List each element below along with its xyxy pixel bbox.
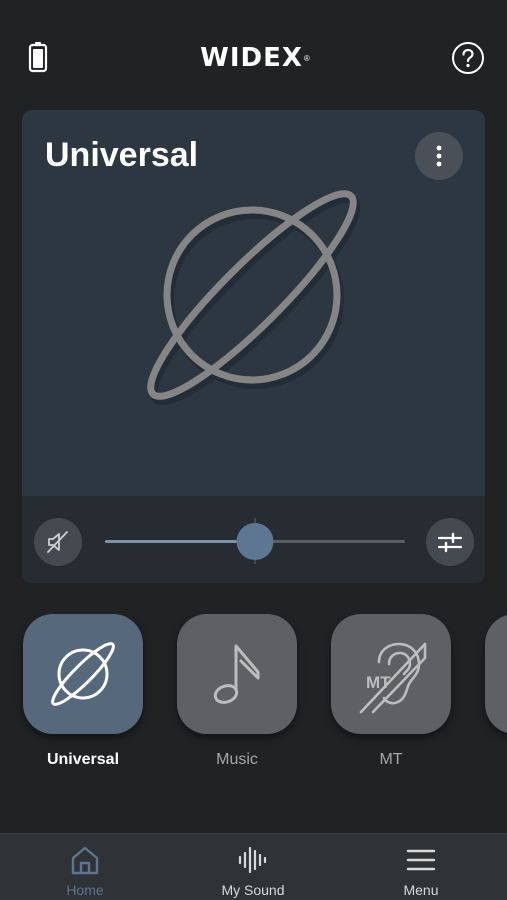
planet-icon <box>51 642 115 706</box>
slider-fill <box>105 540 255 543</box>
nav-item-my-sound[interactable]: My Sound <box>188 834 318 900</box>
mute-button[interactable] <box>34 518 82 566</box>
bottom-nav: Home My Sound Menu <box>0 833 507 900</box>
volume-controls <box>22 496 485 583</box>
program-item-universal[interactable]: Universal <box>23 614 145 768</box>
more-options-button[interactable] <box>415 132 463 180</box>
planet-icon <box>147 190 361 406</box>
speaker-muted-icon <box>47 531 68 553</box>
program-item-mt[interactable]: MT MT <box>331 614 453 768</box>
sound-adjust-button[interactable] <box>426 518 474 566</box>
header: WIDEX ® <box>0 0 507 110</box>
program-tile-music[interactable] <box>177 614 297 734</box>
program-tile-partial[interactable] <box>485 614 507 734</box>
program-list: Universal Music MT MT <box>0 614 507 784</box>
hamburger-menu-icon <box>406 849 436 871</box>
nav-label: My Sound <box>221 882 285 898</box>
app-root: WIDEX ® Universal Universal Music MT MT … <box>0 0 507 900</box>
program-tile-mt[interactable]: MT <box>331 614 451 734</box>
volume-slider[interactable] <box>105 518 405 564</box>
nav-label: Home <box>66 882 104 898</box>
slider-thumb[interactable] <box>236 523 274 560</box>
sliders-icon <box>437 532 463 553</box>
program-item-partial[interactable] <box>485 614 507 734</box>
home-icon <box>71 846 99 875</box>
help-icon[interactable] <box>451 41 485 75</box>
logo-text: WIDEX <box>200 43 303 73</box>
music-note-icon <box>213 644 260 704</box>
program-label: Universal <box>46 751 120 768</box>
program-tile-universal[interactable] <box>23 614 143 734</box>
ear-mt-icon: MT <box>359 642 427 714</box>
program-label: MT <box>379 751 403 768</box>
program-item-music[interactable]: Music <box>177 614 299 768</box>
logo-registered-mark: ® <box>303 53 310 63</box>
svg-text:MT: MT <box>366 673 391 692</box>
program-label: Music <box>216 751 258 768</box>
sound-wave-icon <box>238 846 267 874</box>
nav-item-menu[interactable]: Menu <box>356 834 486 900</box>
nav-label: Menu <box>403 882 439 898</box>
battery-icon[interactable] <box>28 41 48 73</box>
brand-logo: WIDEX ® <box>190 40 320 76</box>
program-card: Universal <box>22 110 485 583</box>
nav-item-home[interactable]: Home <box>20 834 150 900</box>
vertical-dots-icon <box>436 145 442 167</box>
